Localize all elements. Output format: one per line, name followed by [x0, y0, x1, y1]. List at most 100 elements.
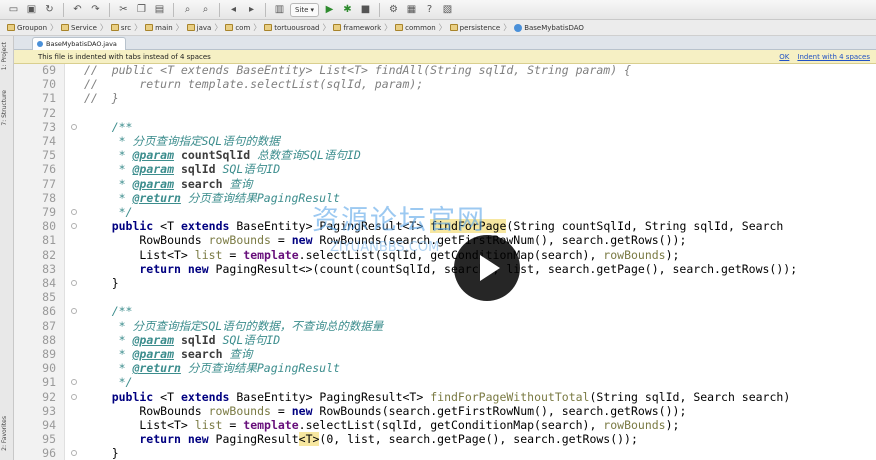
forward-icon[interactable]: ▸: [244, 2, 259, 17]
ok-link[interactable]: OK: [779, 53, 789, 61]
project-structure-icon[interactable]: ▦: [404, 2, 419, 17]
help-icon[interactable]: ?: [422, 2, 437, 17]
code-token: *: [84, 162, 133, 177]
undo-icon[interactable]: ↶: [70, 2, 85, 17]
breadcrumb-item[interactable]: framework: [330, 24, 384, 32]
breadcrumb-item[interactable]: src: [108, 24, 134, 32]
code-line[interactable]: */: [84, 375, 133, 389]
line-number: 72: [42, 105, 56, 120]
fold-marker-icon[interactable]: [71, 393, 77, 400]
line-number: 77: [42, 176, 56, 191]
code-line[interactable]: // return template.selectList(sqlId, par…: [84, 77, 423, 91]
code-line[interactable]: /**: [84, 120, 133, 134]
stop-icon[interactable]: ■: [358, 2, 373, 17]
code-token: sqlId: [180, 332, 216, 347]
back-icon[interactable]: ◂: [226, 2, 241, 17]
code-line[interactable]: * @param search 查询: [84, 176, 253, 191]
line-number: 78: [42, 190, 56, 205]
code-line[interactable]: * 分页查询指定SQL语句的数据，不查询总的数据量: [84, 319, 384, 333]
breadcrumb-item[interactable]: Service: [58, 24, 100, 32]
code-line[interactable]: * @param sqlId SQL语句ID: [84, 162, 281, 177]
tab-basemybatisdao[interactable]: BaseMybatisDAO.java: [32, 37, 126, 50]
build-icon[interactable]: ▥: [272, 2, 287, 17]
breadcrumb-label: framework: [343, 23, 382, 32]
redo-icon[interactable]: ↷: [88, 2, 103, 17]
code-line[interactable]: List<T> list = template.selectList(sqlId…: [84, 418, 679, 432]
breadcrumb-separator: 〉: [503, 23, 512, 32]
code-line[interactable]: * @param sqlId SQL语句ID: [84, 332, 281, 347]
folder-icon: [395, 24, 404, 31]
code-line[interactable]: return new PagingResult<T>(0, list, sear…: [84, 432, 638, 447]
save-icon[interactable]: ▣: [24, 2, 39, 17]
run-icon[interactable]: ▶: [322, 2, 337, 17]
paste-icon[interactable]: ▤: [152, 2, 167, 17]
settings-icon[interactable]: ⚙: [386, 2, 401, 17]
line-number: 73: [42, 119, 56, 134]
fold-marker-icon[interactable]: [71, 209, 77, 215]
code-line[interactable]: RowBounds rowBounds = new RowBounds(sear…: [84, 404, 686, 418]
line-number: 90: [42, 361, 56, 376]
code-line[interactable]: public <T extends BaseEntity> PagingResu…: [84, 390, 791, 404]
sdk-icon[interactable]: ▧: [440, 2, 455, 17]
code-token: new: [291, 403, 313, 418]
chevron-down-icon: ▾: [310, 5, 314, 14]
code-token: search: [180, 176, 223, 191]
line-number: 85: [42, 290, 56, 305]
code-token: );: [665, 247, 680, 262]
code-line[interactable]: }: [84, 276, 119, 290]
debug-icon[interactable]: ✱: [340, 2, 355, 17]
replace-icon[interactable]: ⌕: [198, 2, 213, 17]
code-token: RowBounds: [84, 233, 209, 248]
code-token: return new: [84, 432, 209, 447]
video-play-button[interactable]: [454, 235, 520, 301]
folder-icon: [110, 24, 119, 31]
breadcrumb-separator: 〉: [134, 23, 143, 32]
code-token: extends: [180, 219, 230, 234]
code-line[interactable]: * @return 分页查询结果PagingResult: [84, 191, 340, 205]
code-token: *: [84, 347, 133, 361]
code-line[interactable]: // }: [84, 91, 119, 105]
code-token: 分页查询结果PagingResult: [180, 361, 340, 376]
code-token: public: [84, 219, 154, 234]
code-token: // }: [84, 91, 119, 106]
code-line[interactable]: * @param search 查询: [84, 347, 253, 361]
breadcrumb-item[interactable]: tortuousroad: [261, 24, 322, 32]
breadcrumb-item[interactable]: persistence: [447, 24, 504, 32]
code-token: @param: [132, 332, 175, 347]
code-line[interactable]: * @return 分页查询结果PagingResult: [84, 361, 340, 375]
cut-icon[interactable]: ✂: [116, 2, 131, 17]
breadcrumb-item[interactable]: java: [184, 24, 215, 32]
breadcrumb-separator: 〉: [175, 23, 184, 32]
code-line[interactable]: }: [84, 446, 119, 460]
find-icon[interactable]: ⌕: [180, 2, 195, 17]
run-config-select[interactable]: Site ▾: [290, 2, 319, 17]
code-token: rowBounds: [208, 403, 271, 418]
breadcrumb-item[interactable]: Groupon: [4, 24, 50, 32]
breadcrumb-item[interactable]: com: [222, 24, 253, 32]
side-tab-structure[interactable]: 7: Structure: [1, 90, 13, 126]
breadcrumb-item[interactable]: main: [142, 24, 176, 32]
code-line[interactable]: */: [84, 205, 133, 219]
open-folder-icon[interactable]: ▭: [6, 2, 21, 17]
code-line[interactable]: * 分页查询指定SQL语句的数据: [84, 134, 280, 148]
java-class-icon: [37, 41, 43, 47]
code-token: rowBounds: [208, 233, 271, 248]
side-tab-favorites[interactable]: 2: Favorites: [1, 416, 13, 451]
copy-icon[interactable]: ❐: [134, 2, 149, 17]
code-line[interactable]: // public <T extends BaseEntity> List<T>…: [84, 63, 631, 77]
code-line[interactable]: * @param countSqlId 总数查询SQL语句ID: [84, 148, 361, 162]
code-token: 总数查询SQL语句ID: [250, 148, 361, 163]
breadcrumb-item[interactable]: BaseMybatisDAO: [511, 23, 587, 32]
code-line[interactable]: return new PagingResult<>(count(countSql…: [84, 262, 797, 276]
sync-icon[interactable]: ↻: [42, 2, 57, 17]
fold-marker-icon[interactable]: [71, 123, 77, 130]
code-line[interactable]: /**: [84, 304, 133, 318]
fold-marker-icon[interactable]: [71, 280, 77, 286]
side-tab-project[interactable]: 1: Project: [1, 42, 13, 70]
indent-with-spaces-link[interactable]: Indent with 4 spaces: [797, 53, 870, 61]
line-number: 70: [42, 77, 56, 92]
code-token: @return: [132, 190, 181, 205]
breadcrumb-item[interactable]: common: [392, 24, 439, 32]
line-number: 96: [42, 446, 56, 460]
